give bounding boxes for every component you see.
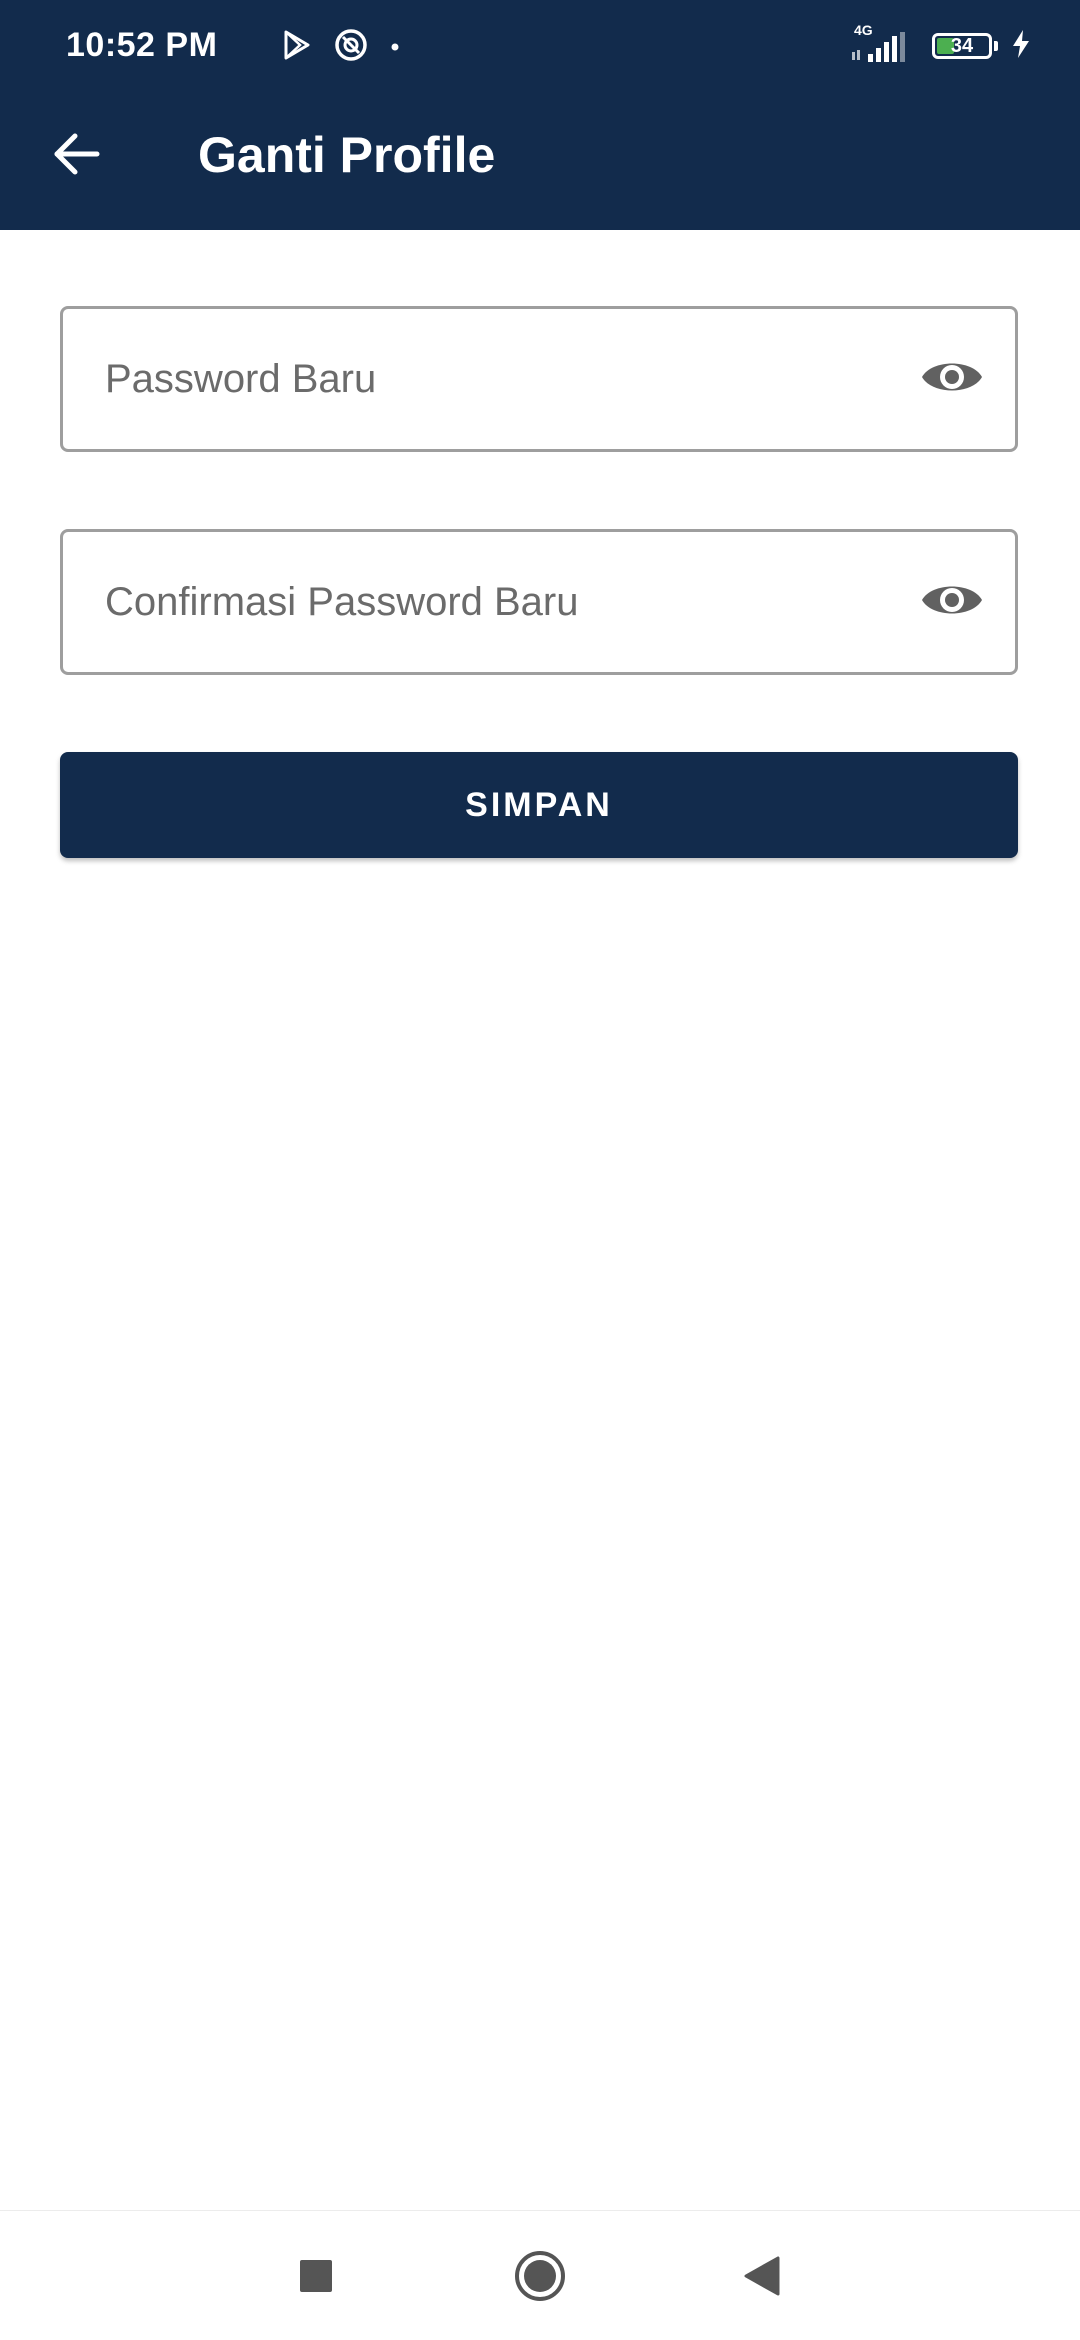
status-time: 10:52 PM [66, 26, 218, 64]
back-button[interactable] [36, 116, 116, 196]
home-button[interactable] [505, 2243, 575, 2313]
battery-icon: 34 [932, 33, 992, 59]
eye-icon [920, 578, 984, 627]
battery-tip [994, 41, 998, 51]
signal-icon: 4G [850, 22, 908, 64]
play-store-icon [282, 30, 312, 65]
status-bar: 10:52 PM 4G 34 [0, 0, 1080, 96]
nav-back-button[interactable] [727, 2243, 797, 2313]
hotspot-icon [334, 28, 368, 67]
recents-button[interactable] [281, 2243, 351, 2313]
back-triangle-icon [742, 2255, 782, 2302]
eye-icon [920, 355, 984, 404]
status-icons-right: 4G 34 [850, 22, 1032, 64]
notification-dot-icon [390, 39, 400, 57]
new-password-visibility-toggle[interactable] [919, 349, 985, 409]
home-circle-icon [513, 2249, 567, 2308]
page-title: Ganti Profile [198, 127, 496, 183]
recents-square-icon [299, 2259, 333, 2298]
confirm-password-input[interactable] [105, 532, 925, 672]
screen: 10:52 PM 4G 34 Ganti Profile SIMPAN [0, 0, 1080, 2340]
new-password-field[interactable] [60, 306, 1018, 452]
save-button[interactable]: SIMPAN [60, 752, 1018, 858]
arrow-left-icon [51, 129, 101, 184]
new-password-input[interactable] [105, 309, 925, 449]
status-icons-left [282, 28, 400, 67]
app-bar: Ganti Profile [0, 96, 1080, 230]
confirm-password-visibility-toggle[interactable] [919, 572, 985, 632]
battery-level-text: 34 [950, 34, 974, 57]
confirm-password-field[interactable] [60, 529, 1018, 675]
system-nav-bar [0, 2210, 1080, 2340]
charging-icon [1010, 29, 1032, 64]
